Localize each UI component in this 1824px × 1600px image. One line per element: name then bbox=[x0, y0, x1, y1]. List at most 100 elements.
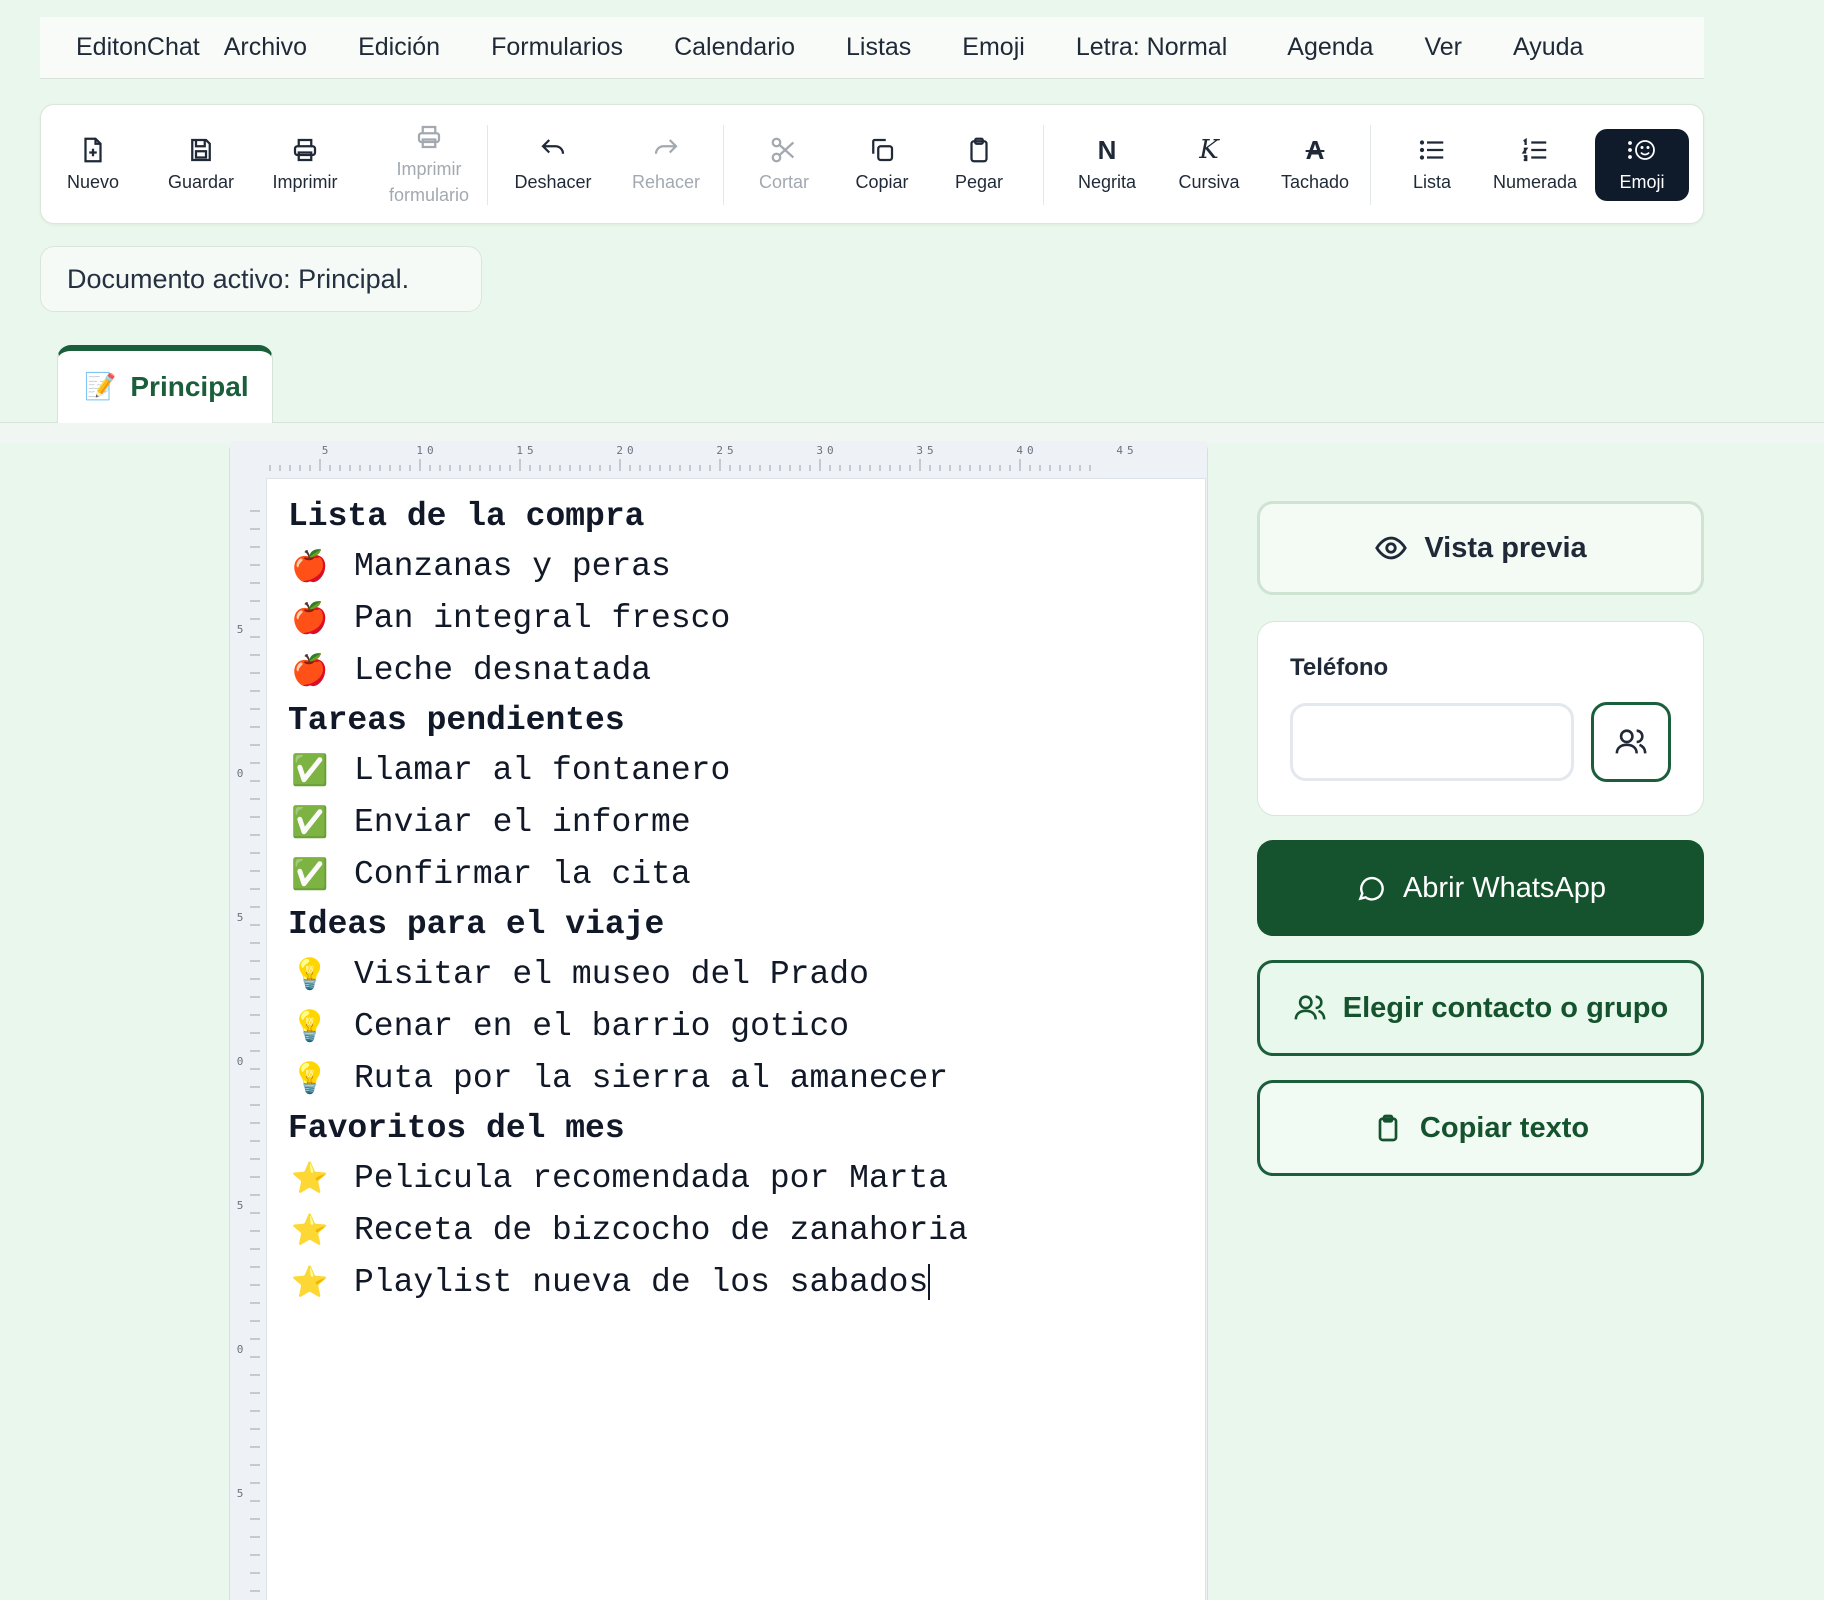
strikethrough-button[interactable]: A Tachado bbox=[1267, 105, 1363, 225]
paste-button[interactable]: Pegar bbox=[947, 105, 1011, 225]
paste-label: Pegar bbox=[954, 172, 1004, 192]
line-text: Visitar el museo del Prado bbox=[354, 955, 869, 993]
document-list-item: 🍎 Pan integral fresco bbox=[288, 592, 1188, 644]
line-text: Lista de la compra bbox=[288, 497, 645, 535]
choose-contact-label: Elegir contacto o grupo bbox=[1342, 991, 1669, 1024]
document-list-item: ⭐ Pelicula recomendada por Marta bbox=[288, 1152, 1188, 1204]
menu-archivo[interactable]: Archivo bbox=[224, 33, 307, 62]
bullet-emoji-icon: 🍎 bbox=[291, 548, 329, 584]
document-heading: Favoritos del mes bbox=[288, 1104, 1188, 1152]
bullet-emoji-icon: ✅ bbox=[291, 856, 329, 892]
scissors-icon bbox=[771, 137, 795, 163]
menu-ver[interactable]: Ver bbox=[1424, 33, 1462, 62]
bullet-emoji-icon: ⭐ bbox=[291, 1264, 329, 1300]
undo-label: Deshacer bbox=[514, 172, 592, 192]
clipboard-icon bbox=[970, 137, 988, 163]
ruler-label: 5 bbox=[237, 1487, 244, 1500]
menu-edicion[interactable]: Edición bbox=[358, 33, 440, 62]
ruler-label: 5 bbox=[322, 444, 333, 457]
numbered-list-button[interactable]: Numerada bbox=[1487, 105, 1583, 225]
line-text: Cenar en el barrio gotico bbox=[354, 1007, 850, 1045]
preview-label: Vista previa bbox=[1424, 531, 1587, 564]
choose-contact-button[interactable]: Elegir contacto o grupo bbox=[1257, 960, 1704, 1056]
bullet-emoji-icon: ⭐ bbox=[291, 1160, 329, 1196]
ruler-label: 40 bbox=[1016, 444, 1037, 457]
document-heading: Lista de la compra bbox=[288, 492, 1188, 540]
document-list-item: 🍎 Manzanas y peras bbox=[288, 540, 1188, 592]
copy-text-button[interactable]: Copiar texto bbox=[1257, 1080, 1704, 1176]
tab-label: Principal bbox=[130, 371, 249, 402]
document-list-item: ⭐ Receta de bizcocho de zanahoria bbox=[288, 1204, 1188, 1256]
ruler-label: 10 bbox=[416, 444, 437, 457]
menu-agenda[interactable]: Agenda bbox=[1287, 33, 1373, 62]
print-form-label-2: formulario bbox=[388, 185, 470, 205]
bullet-emoji-icon: 💡 bbox=[291, 956, 329, 992]
bullet-emoji-icon: ✅ bbox=[291, 804, 329, 840]
phone-input[interactable] bbox=[1290, 703, 1574, 781]
tab-principal[interactable]: 📝 Principal bbox=[57, 345, 273, 423]
document-list-item: 🍎 Leche desnatada bbox=[288, 644, 1188, 696]
undo-icon bbox=[541, 139, 565, 154]
menu-listas[interactable]: Listas bbox=[846, 33, 911, 62]
bullet-emoji-icon: ✅ bbox=[291, 752, 329, 788]
ruler-label: 0 bbox=[237, 1055, 244, 1068]
line-text: Manzanas y peras bbox=[354, 547, 671, 585]
menu-ayuda[interactable]: Ayuda bbox=[1513, 33, 1583, 62]
copy-button[interactable]: Copiar bbox=[847, 105, 917, 225]
cut-label: Cortar bbox=[758, 172, 809, 192]
document-content[interactable]: Lista de la compra 🍎 Manzanas y peras 🍎 Pan … bbox=[288, 492, 1188, 1308]
toolbar-divider bbox=[1043, 125, 1044, 205]
print-form-button[interactable]: Imprimir formulario bbox=[369, 105, 489, 225]
tab-strip bbox=[0, 423, 1824, 443]
bullet-list-button[interactable]: Lista bbox=[1399, 105, 1465, 225]
eye-icon bbox=[1375, 536, 1408, 560]
menu-emoji[interactable]: Emoji bbox=[962, 33, 1025, 62]
bullet-emoji-icon: 💡 bbox=[291, 1008, 329, 1044]
print-button[interactable]: Imprimir bbox=[267, 105, 343, 225]
line-text: Pelicula recomendada por Marta bbox=[354, 1159, 949, 1197]
line-text: Ruta por la sierra al amanecer bbox=[354, 1059, 949, 1097]
emoji-button[interactable]: Emoji bbox=[1595, 129, 1689, 201]
menu-formularios[interactable]: Formularios bbox=[491, 33, 623, 62]
vertical-ruler: 5 0 5 0 5 0 5 bbox=[237, 510, 260, 1592]
ruler-label: 25 bbox=[716, 444, 737, 457]
bold-button[interactable]: N Negrita bbox=[1071, 105, 1143, 225]
copy-icon bbox=[872, 138, 894, 162]
undo-button[interactable]: Deshacer bbox=[507, 105, 599, 225]
line-text: Llamar al fontanero bbox=[354, 751, 731, 789]
document-heading: Tareas pendientes bbox=[288, 696, 1188, 744]
users-icon bbox=[1294, 995, 1326, 1020]
bullet-emoji-icon: ⭐ bbox=[291, 1212, 329, 1248]
text-caret bbox=[928, 1264, 931, 1300]
cut-button[interactable]: Cortar bbox=[749, 105, 819, 225]
preview-button[interactable]: Vista previa bbox=[1257, 501, 1704, 595]
toolbar-divider bbox=[723, 125, 724, 205]
toolbar: Nuevo Guardar Imprimir Imprimir formular… bbox=[40, 104, 1704, 224]
menu-bar: EditonChat Archivo Edición Formularios C… bbox=[40, 17, 1704, 79]
bullet-emoji-icon: 🍎 bbox=[291, 600, 329, 636]
toolbar-divider bbox=[1370, 125, 1371, 205]
menu-calendario[interactable]: Calendario bbox=[674, 33, 795, 62]
menu-font[interactable]: Letra: Normal bbox=[1076, 33, 1227, 62]
save-button[interactable]: Guardar bbox=[163, 105, 239, 225]
bold-label: Negrita bbox=[1077, 172, 1137, 192]
line-text: Pan integral fresco bbox=[354, 599, 731, 637]
new-button[interactable]: Nuevo bbox=[63, 105, 123, 225]
open-whatsapp-button[interactable]: Abrir WhatsApp bbox=[1257, 840, 1704, 936]
line-text: Playlist nueva de los sabados bbox=[354, 1263, 929, 1301]
list-icon bbox=[1419, 140, 1444, 160]
redo-button[interactable]: Rehacer bbox=[623, 105, 709, 225]
print-label: Imprimir bbox=[272, 172, 338, 192]
ruler-label: 5 bbox=[237, 911, 244, 924]
document-list-item: 💡 Visitar el museo del Prado bbox=[288, 948, 1188, 1000]
bold-icon: N bbox=[1097, 135, 1117, 165]
ruler-label: 5 bbox=[237, 623, 244, 636]
italic-button[interactable]: K Cursiva bbox=[1167, 105, 1251, 225]
pick-contact-button[interactable] bbox=[1591, 702, 1671, 782]
strikethrough-icon: A bbox=[1305, 135, 1325, 165]
clipboard-icon bbox=[1378, 1114, 1398, 1142]
ruler-label: 0 bbox=[237, 1343, 244, 1356]
line-text: Favoritos del mes bbox=[288, 1109, 625, 1147]
document-list-item: 💡 Ruta por la sierra al amanecer bbox=[288, 1052, 1188, 1104]
bullet-emoji-icon: 💡 bbox=[291, 1060, 329, 1096]
